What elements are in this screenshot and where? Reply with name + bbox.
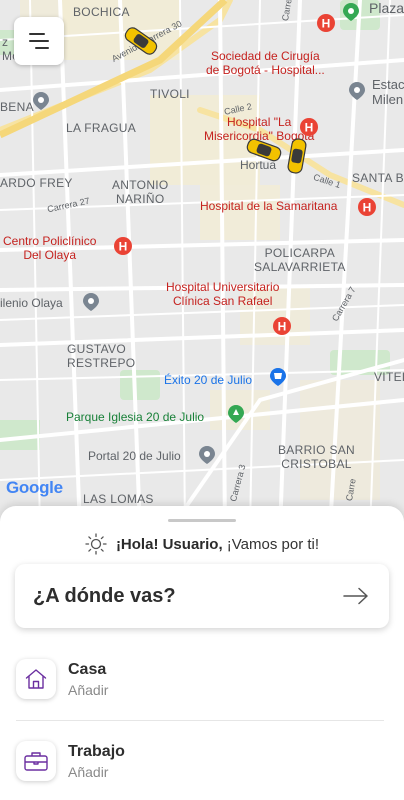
briefcase-icon xyxy=(24,752,48,771)
map-label-santa-barbara: SANTA BA xyxy=(352,171,404,185)
destination-search-placeholder: ¿A dónde vas? xyxy=(33,584,176,607)
map-label-milenio-olaya: ilenio Olaya xyxy=(0,296,63,310)
destination-search-input[interactable]: ¿A dónde vas? xyxy=(15,564,389,628)
map-label-la-fragua: LA FRAGUA xyxy=(66,121,137,135)
saved-place-title: Trabajo xyxy=(68,742,125,760)
map-label-barrio-san-cristobal: BARRIO SAN CRISTOBAL xyxy=(278,443,356,471)
menu-button[interactable] xyxy=(14,17,64,65)
park-pin-icon[interactable] xyxy=(341,2,361,22)
map-label-gustavo-restrepo: GUSTAVO RESTREPO xyxy=(67,342,136,370)
map-label-vitel: VITEL xyxy=(374,370,404,384)
svg-text:H: H xyxy=(322,17,331,31)
shopping-pin-icon[interactable] xyxy=(268,367,288,387)
map-label-hospital-universitario: Hospital Universitario Clínica San Rafae… xyxy=(166,280,280,308)
saved-place-subtitle: Añadir xyxy=(68,763,109,780)
menu-line xyxy=(35,47,49,49)
map-view[interactable]: BOCHICA Plaza Avenida Carrera 30 Carrera… xyxy=(0,0,404,530)
map-label-las-lomas: LAS LOMAS xyxy=(83,492,154,506)
saved-place-work[interactable]: Trabajo Añadir xyxy=(0,730,404,792)
svg-text:H: H xyxy=(305,121,314,135)
park-pin-icon[interactable] xyxy=(226,404,246,424)
svg-text:H: H xyxy=(363,201,372,215)
map-label-tivoli: TIVOLI xyxy=(150,87,190,101)
place-pin-icon[interactable] xyxy=(197,445,217,465)
menu-line xyxy=(29,40,49,42)
map-label-centro-policlinico: Centro Policlínico Del Olaya xyxy=(3,234,97,262)
greeting-rest: ¡Vamos por ti! xyxy=(222,535,320,553)
greeting-text: ¡Hola! Usuario, ¡Vamos por ti! xyxy=(116,536,319,553)
briefcase-icon-wrap xyxy=(16,741,56,781)
map-label-portal-20-julio: Portal 20 de Julio xyxy=(88,449,181,463)
home-icon-wrap xyxy=(16,659,56,699)
hospital-pin-icon[interactable]: H xyxy=(113,236,133,256)
app-screen: BOCHICA Plaza Avenida Carrera 30 Carrera… xyxy=(0,0,404,800)
greeting-name: ¡Hola! Usuario, xyxy=(115,535,223,553)
saved-place-subtitle: Añadir xyxy=(68,681,109,698)
arrow-right-icon[interactable] xyxy=(343,587,369,605)
greeting: ¡Hola! Usuario, ¡Vamos por ti! xyxy=(0,533,404,555)
hospital-pin-icon[interactable]: H xyxy=(357,197,377,217)
saved-place-title: Casa xyxy=(68,660,107,678)
hospital-pin-icon[interactable]: H xyxy=(299,117,319,137)
map-label-bena: BENA xyxy=(0,100,34,114)
map-label-ardo-frey: ARDO FREY xyxy=(0,176,73,190)
map-label-exito: Éxito 20 de Julio xyxy=(164,373,253,387)
map-label-sociedad-cirugia: Sociedad de Cirugía de Bogotá - Hospital… xyxy=(206,49,325,77)
map-label-plaza: Plaza xyxy=(369,0,404,16)
place-pin-icon[interactable] xyxy=(347,81,367,101)
map-label-parque-iglesia: Parque Iglesia 20 de Julio xyxy=(66,410,205,424)
place-pin-icon[interactable] xyxy=(31,91,51,111)
home-icon xyxy=(25,669,47,689)
sheet-drag-handle[interactable] xyxy=(168,519,236,522)
svg-text:H: H xyxy=(278,320,287,334)
hospital-pin-icon[interactable]: H xyxy=(316,13,336,33)
map-label-estacion: Estac Milen xyxy=(372,77,404,107)
google-logo-text: Google xyxy=(6,478,63,497)
menu-line xyxy=(29,33,45,35)
svg-text:H: H xyxy=(119,240,128,254)
google-logo: Google xyxy=(6,478,63,498)
map-label-antonio-narino: ANTONIO NARIÑO xyxy=(112,178,169,206)
saved-place-home[interactable]: Casa Añadir xyxy=(0,648,404,710)
map-label-policarpa: POLICARPA SALAVARRIETA xyxy=(254,246,346,274)
map-label-bochica: BOCHICA xyxy=(73,5,130,19)
sun-icon xyxy=(85,533,107,555)
hospital-pin-icon[interactable]: H xyxy=(272,316,292,336)
bottom-sheet: ¡Hola! Usuario, ¡Vamos por ti! ¿A dónde … xyxy=(0,506,404,800)
place-pin-icon[interactable] xyxy=(81,292,101,312)
map-label-hospital-samaritana: Hospital de la Samaritana xyxy=(200,199,338,213)
divider xyxy=(16,720,384,721)
